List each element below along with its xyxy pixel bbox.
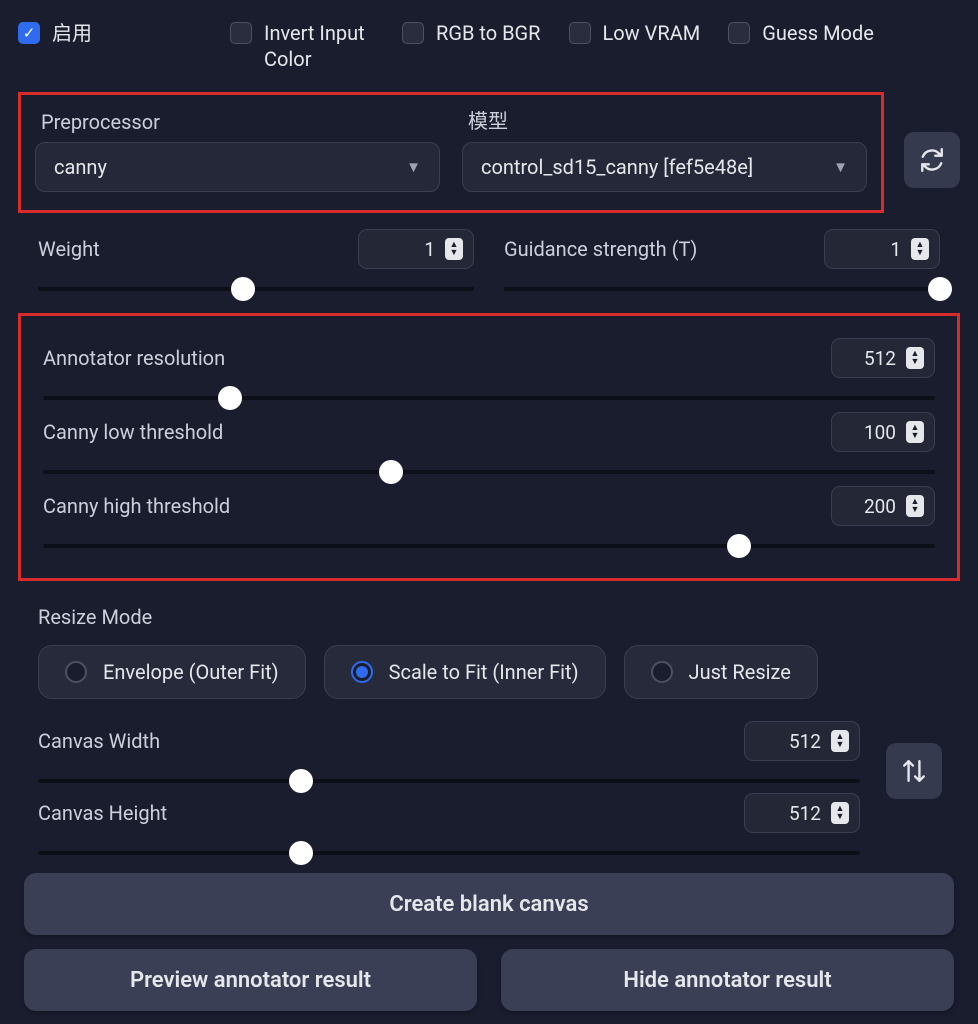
hide-label: Hide annotator result xyxy=(623,968,831,993)
radio-icon xyxy=(651,661,673,683)
canvas-width-label: Canvas Width xyxy=(38,729,160,753)
rgb-bgr-checkbox-item[interactable]: RGB to BGR xyxy=(402,20,541,46)
low-vram-checkbox-item[interactable]: Low VRAM xyxy=(569,20,701,46)
annotator-res-slider[interactable] xyxy=(43,396,935,400)
guess-mode-checkbox-item[interactable]: Guess Mode xyxy=(728,20,874,46)
checkbox-icon xyxy=(728,22,750,44)
checkbox-icon: ✓ xyxy=(18,22,40,44)
invert-label: Invert Input Color xyxy=(264,20,374,72)
slider-thumb[interactable] xyxy=(289,841,313,865)
canny-low-label: Canny low threshold xyxy=(43,420,223,444)
guidance-numbox[interactable]: 1 ▲▼ xyxy=(824,229,940,269)
checkbox-icon xyxy=(569,22,591,44)
guidance-slider[interactable] xyxy=(504,287,940,291)
stepper-icon[interactable]: ▲▼ xyxy=(445,238,463,260)
resize-scalefit-label: Scale to Fit (Inner Fit) xyxy=(389,660,579,684)
annotator-res-label: Annotator resolution xyxy=(43,346,225,370)
resize-scalefit-option[interactable]: Scale to Fit (Inner Fit) xyxy=(324,645,606,699)
checkbox-icon xyxy=(230,22,252,44)
weight-value: 1 xyxy=(424,238,435,261)
canny-high-value: 200 xyxy=(864,495,896,518)
preprocessor-label: Preprocessor xyxy=(41,110,440,134)
radio-icon xyxy=(351,661,373,683)
swap-arrows-icon xyxy=(901,758,927,784)
enable-checkbox-item[interactable]: ✓ 启用 xyxy=(18,20,92,46)
annotator-res-value: 512 xyxy=(864,347,896,370)
weight-numbox[interactable]: 1 ▲▼ xyxy=(358,229,474,269)
slider-thumb[interactable] xyxy=(231,277,255,301)
canvas-height-slider[interactable] xyxy=(38,851,860,855)
hide-annotator-button[interactable]: Hide annotator result xyxy=(501,949,954,1011)
canny-low-value: 100 xyxy=(864,421,896,444)
stepper-icon[interactable]: ▲▼ xyxy=(906,495,924,517)
canny-high-slider[interactable] xyxy=(43,544,935,548)
preprocessor-model-highlight: Preprocessor canny ▼ 模型 control_sd15_can… xyxy=(18,92,884,213)
stepper-icon[interactable]: ▲▼ xyxy=(906,421,924,443)
chevron-down-icon: ▼ xyxy=(833,158,848,176)
stepper-icon[interactable]: ▲▼ xyxy=(831,802,849,824)
radio-icon xyxy=(65,661,87,683)
threshold-highlight: Annotator resolution 512 ▲▼ Canny low th… xyxy=(18,313,960,581)
canvas-height-value: 512 xyxy=(789,802,821,825)
slider-thumb[interactable] xyxy=(379,460,403,484)
checkbox-icon xyxy=(402,22,424,44)
preprocessor-value: canny xyxy=(54,155,107,179)
canvas-width-value: 512 xyxy=(789,730,821,753)
model-value: control_sd15_canny [fef5e48e] xyxy=(481,155,753,179)
canny-high-numbox[interactable]: 200 ▲▼ xyxy=(831,486,935,526)
refresh-icon xyxy=(919,147,945,173)
resize-mode-title: Resize Mode xyxy=(38,605,940,629)
canny-low-slider[interactable] xyxy=(43,470,935,474)
resize-mode-radio-group: Envelope (Outer Fit) Scale to Fit (Inner… xyxy=(38,645,940,699)
refresh-button[interactable] xyxy=(904,132,960,188)
model-dropdown[interactable]: control_sd15_canny [fef5e48e] ▼ xyxy=(462,142,867,192)
preprocessor-dropdown[interactable]: canny ▼ xyxy=(35,142,440,192)
stepper-icon[interactable]: ▲▼ xyxy=(911,238,929,260)
resize-justresize-option[interactable]: Just Resize xyxy=(624,645,818,699)
slider-thumb[interactable] xyxy=(727,534,751,558)
options-checkbox-row: ✓ 启用 Invert Input Color RGB to BGR Low V… xyxy=(18,20,960,72)
guidance-value: 1 xyxy=(890,238,901,261)
stepper-icon[interactable]: ▲▼ xyxy=(906,347,924,369)
low-vram-label: Low VRAM xyxy=(603,20,701,46)
resize-envelope-option[interactable]: Envelope (Outer Fit) xyxy=(38,645,306,699)
canny-high-label: Canny high threshold xyxy=(43,494,230,518)
create-canvas-label: Create blank canvas xyxy=(389,892,588,917)
resize-justresize-label: Just Resize xyxy=(689,660,791,684)
invert-checkbox-item[interactable]: Invert Input Color xyxy=(230,20,374,72)
chevron-down-icon: ▼ xyxy=(406,158,421,176)
annotator-res-numbox[interactable]: 512 ▲▼ xyxy=(831,338,935,378)
weight-label: Weight xyxy=(38,237,100,261)
slider-thumb[interactable] xyxy=(218,386,242,410)
canvas-width-numbox[interactable]: 512 ▲▼ xyxy=(744,721,860,761)
guidance-label: Guidance strength (T) xyxy=(504,237,697,261)
canvas-width-slider[interactable] xyxy=(38,779,860,783)
canvas-height-label: Canvas Height xyxy=(38,801,167,825)
enable-label: 启用 xyxy=(52,20,92,46)
rgb-bgr-label: RGB to BGR xyxy=(436,20,541,46)
swap-dimensions-button[interactable] xyxy=(886,743,942,799)
model-label: 模型 xyxy=(468,105,867,134)
slider-thumb[interactable] xyxy=(928,277,952,301)
preview-annotator-button[interactable]: Preview annotator result xyxy=(24,949,477,1011)
slider-thumb[interactable] xyxy=(289,769,313,793)
create-blank-canvas-button[interactable]: Create blank canvas xyxy=(24,873,954,935)
guess-mode-label: Guess Mode xyxy=(762,20,874,46)
resize-envelope-label: Envelope (Outer Fit) xyxy=(103,660,279,684)
stepper-icon[interactable]: ▲▼ xyxy=(831,730,849,752)
weight-slider[interactable] xyxy=(38,287,474,291)
canny-low-numbox[interactable]: 100 ▲▼ xyxy=(831,412,935,452)
preview-label: Preview annotator result xyxy=(130,968,371,993)
canvas-height-numbox[interactable]: 512 ▲▼ xyxy=(744,793,860,833)
